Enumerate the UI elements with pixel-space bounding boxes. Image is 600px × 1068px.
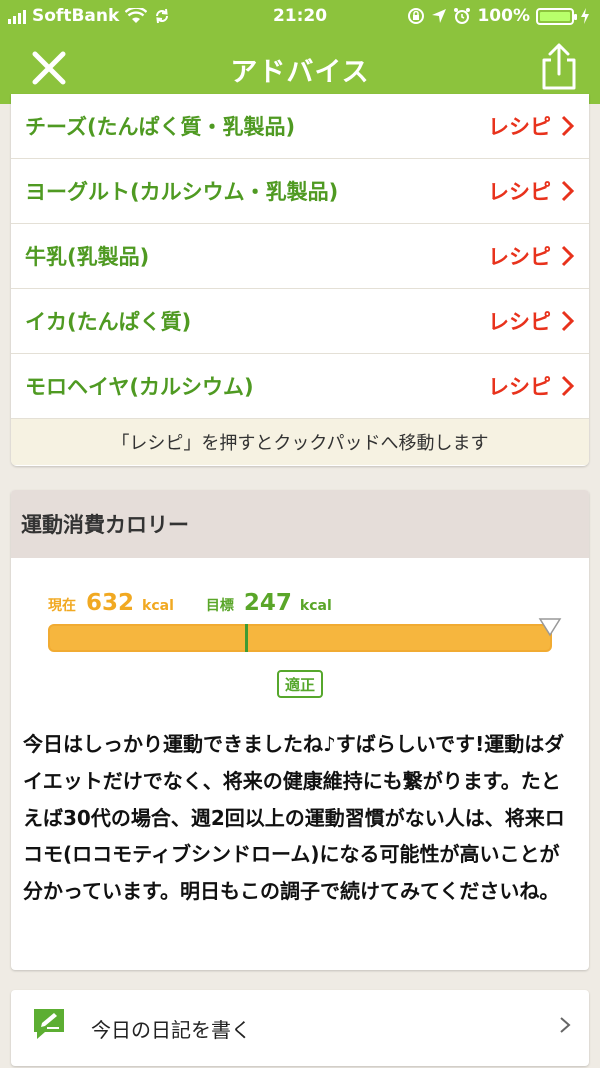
- status-right: 100%: [407, 6, 590, 26]
- recipe-note: 「レシピ」を押すとクックパッドへ移動します: [11, 419, 589, 465]
- battery-fill: [540, 11, 570, 21]
- recipe-link[interactable]: レシピ: [488, 224, 575, 288]
- location-icon: [432, 9, 447, 23]
- chevron-right-icon: [561, 310, 575, 332]
- current-value: 632: [86, 590, 135, 616]
- battery-icon: [536, 7, 577, 25]
- write-diary-label: 今日の日記を書く: [91, 1018, 251, 1042]
- recipe-link[interactable]: レシピ: [488, 289, 575, 353]
- recipe-row: モロヘイヤ(カルシウム) レシピ: [11, 354, 589, 419]
- advice-text: 今日はしっかり運動できましたね♪すばらしいです!運動はダイエットだけでなく、将来…: [23, 732, 565, 904]
- food-name: チーズ(たんぱく質・乳製品): [25, 115, 296, 139]
- share-icon[interactable]: [536, 42, 582, 92]
- chevron-right-icon: [560, 1017, 571, 1033]
- chevron-right-icon: [561, 115, 575, 137]
- current-unit: kcal: [142, 598, 174, 614]
- calorie-header: 運動消費カロリー: [11, 490, 589, 558]
- recipe-link[interactable]: レシピ: [488, 94, 575, 158]
- recipe-link[interactable]: レシピ: [488, 354, 575, 418]
- target-marker: [245, 624, 248, 652]
- recipe-row: 牛乳(乳製品) レシピ: [11, 224, 589, 289]
- recipe-row: ヨーグルト(カルシウム・乳製品) レシピ: [11, 159, 589, 224]
- target-value: 247: [243, 590, 292, 616]
- calorie-card: 運動消費カロリー 現在 632 kcal 目標 247 kcal 適正 今日はし…: [11, 490, 589, 970]
- recipe-link-label: レシピ: [488, 310, 551, 334]
- recipe-link-label: レシピ: [488, 375, 551, 399]
- chevron-right-icon: [561, 375, 575, 397]
- recipe-card: チーズ(たんぱく質・乳製品) レシピ ヨーグルト(カルシウム・乳製品) レシピ 牛乳(乳…: [11, 94, 589, 466]
- chevron-right-icon: [561, 180, 575, 202]
- recipe-link-label: レシピ: [488, 180, 551, 204]
- recipe-link[interactable]: レシピ: [488, 159, 575, 223]
- recipe-link-label: レシピ: [488, 245, 551, 269]
- food-name: モロヘイヤ(カルシウム): [25, 375, 254, 399]
- recipe-row: イカ(たんぱく質) レシピ: [11, 289, 589, 354]
- current-pointer-icon: [538, 618, 562, 637]
- status-bar: SoftBank 21:20 100%: [0, 0, 600, 34]
- food-name: ヨーグルト(カルシウム・乳製品): [25, 180, 339, 204]
- alarm-icon: [454, 8, 471, 24]
- write-diary-button[interactable]: 今日の日記を書く: [11, 990, 589, 1066]
- screen-lock-icon: [408, 8, 425, 24]
- recipe-link-label: レシピ: [488, 115, 551, 139]
- calorie-stats: 現在 632 kcal 目標 247 kcal: [48, 590, 332, 616]
- page-title: アドバイス: [230, 57, 370, 88]
- status-badge: 適正: [277, 670, 323, 698]
- calorie-gauge: [48, 618, 562, 652]
- pencil-note-icon: [34, 1009, 64, 1039]
- food-name: イカ(たんぱく質): [25, 310, 192, 334]
- recipe-list: チーズ(たんぱく質・乳製品) レシピ ヨーグルト(カルシウム・乳製品) レシピ 牛乳(乳…: [11, 94, 589, 419]
- food-name: 牛乳(乳製品): [25, 245, 150, 269]
- battery-percent: 100%: [477, 6, 530, 26]
- top-bar: SoftBank 21:20 100% アドバイス: [0, 0, 600, 104]
- recipe-row: チーズ(たんぱく質・乳製品) レシピ: [11, 94, 589, 159]
- current-label: 現在: [48, 598, 76, 614]
- chevron-right-icon: [561, 245, 575, 267]
- charging-icon: [581, 8, 589, 24]
- target-unit: kcal: [299, 598, 332, 614]
- target-label: 目標: [205, 598, 234, 614]
